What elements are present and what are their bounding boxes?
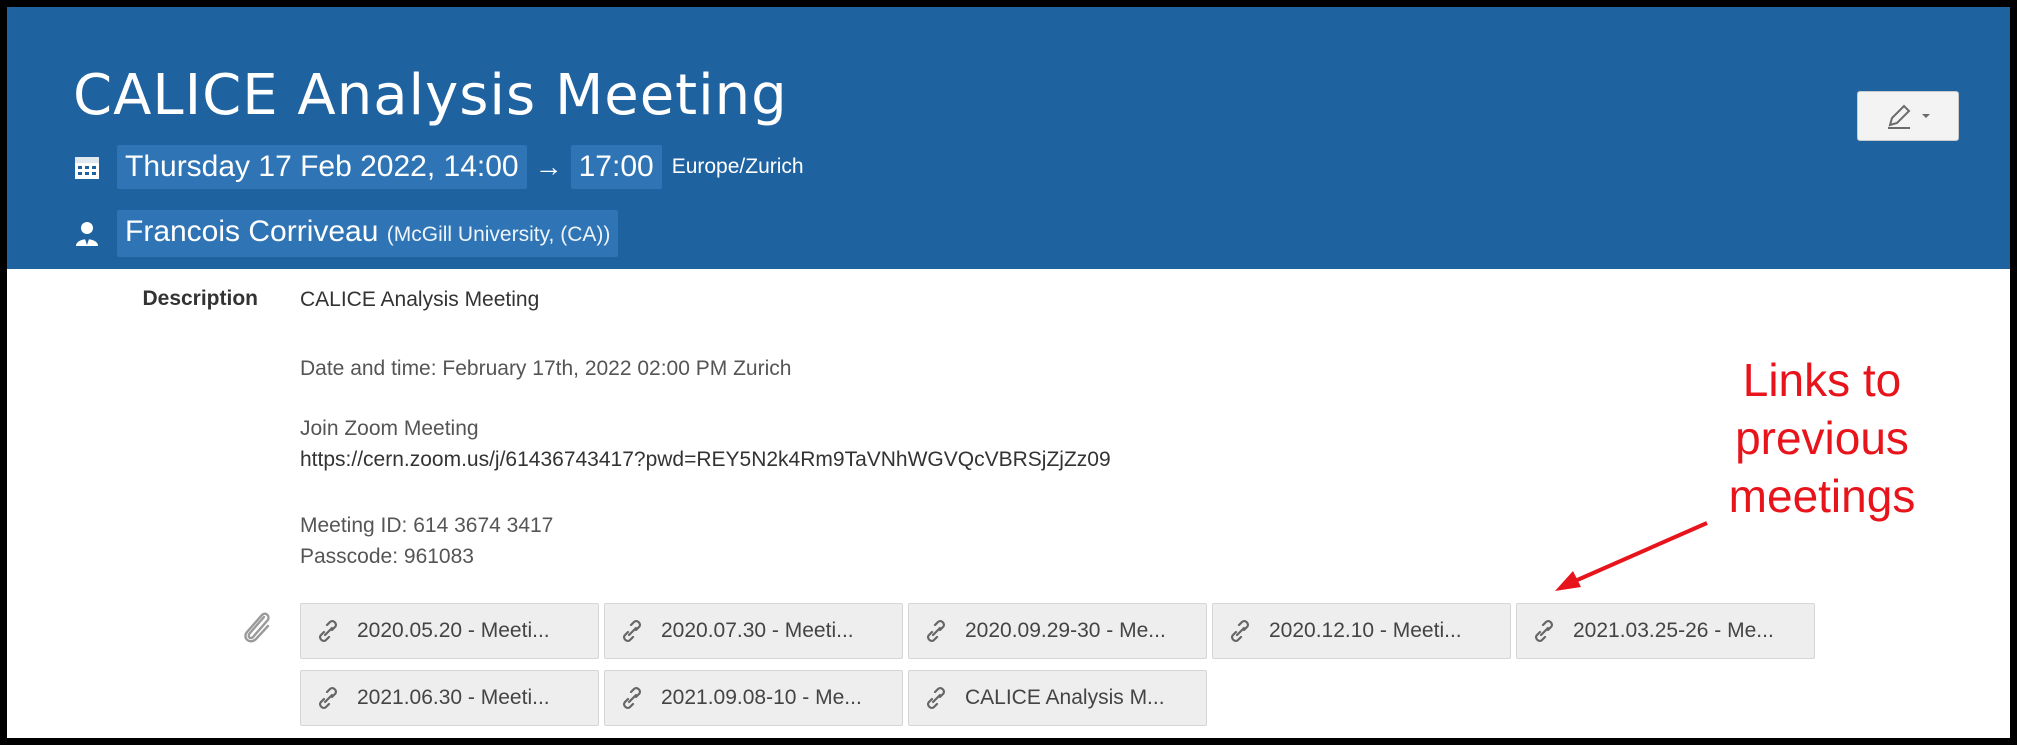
event-header: CALICE Analysis Meeting Thursday 17 Feb … [7,7,2010,269]
calendar-icon [71,151,103,183]
attachment-link[interactable]: 2021.09.08-10 - Me... [604,670,903,726]
chairperson[interactable]: Francois Corriveau (McGill University, (… [117,210,619,257]
paperclip-icon [244,612,270,643]
attachment-label: 2020.12.10 - Meeti... [1269,619,1462,642]
chevron-down-icon [1922,114,1930,118]
event-date-row: Thursday 17 Feb 2022, 14:00 → 17:00 Euro… [71,145,804,189]
edit-menu-button[interactable] [1857,91,1959,141]
attachment-link[interactable]: CALICE Analysis M... [908,670,1207,726]
link-icon [1535,620,1553,642]
link-icon [319,687,337,709]
event-title: CALICE Analysis Meeting [73,63,788,128]
link-icon [1231,620,1249,642]
chair-affiliation: (McGill University, (CA)) [386,223,611,246]
event-start-time: Thursday 17 Feb 2022, 14:00 [117,145,527,189]
attachment-link[interactable]: 2021.03.25-26 - Me... [1516,603,1815,659]
pencil-icon [1888,104,1911,129]
annotation-text: Links to previous meetings [1677,351,1967,525]
event-page: CALICE Analysis Meeting Thursday 17 Feb … [0,0,2017,745]
attachment-label: 2020.07.30 - Meeti... [661,619,854,642]
description-line: Date and time: February 17th, 2022 02:00… [300,357,792,380]
description-line: Passcode: 961083 [300,545,474,568]
attachment-label: CALICE Analysis M... [965,686,1165,709]
attachment-label: 2020.09.29-30 - Me... [965,619,1166,642]
link-icon [927,620,945,642]
zoom-link[interactable]: https://cern.zoom.us/j/61436743417?pwd=R… [300,444,1111,475]
description-line: Join Zoom Meeting [300,417,479,440]
link-icon [623,620,641,642]
attachment-link[interactable]: 2020.12.10 - Meeti... [1212,603,1511,659]
annotation-line: previous [1735,412,1909,464]
description-line: CALICE Analysis Meeting [300,288,540,311]
event-timezone: Europe/Zurich [671,155,804,178]
user-icon [71,218,103,250]
time-range-arrow: → [534,151,563,182]
attachment-label: 2021.03.25-26 - Me... [1573,619,1774,642]
link-icon [319,620,337,642]
event-end-time: 17:00 [570,145,662,189]
description-line: Meeting ID: 614 3674 3417 [300,514,554,537]
link-icon [623,687,641,709]
attachment-label: 2020.05.20 - Meeti... [357,619,550,642]
attachment-label: 2021.06.30 - Meeti... [357,686,550,709]
annotation-line: meetings [1728,470,1916,522]
event-chair-row: Francois Corriveau (McGill University, (… [71,210,619,257]
description-label: Description [142,287,258,310]
attachment-link[interactable]: 2020.09.29-30 - Me... [908,603,1207,659]
chair-name: Francois Corriveau [125,215,379,248]
link-icon [927,687,945,709]
annotation-line: Links to [1742,354,1902,406]
attachment-label: 2021.09.08-10 - Me... [661,686,862,709]
attachment-link[interactable]: 2020.05.20 - Meeti... [300,603,599,659]
attachment-link[interactable]: 2020.07.30 - Meeti... [604,603,903,659]
attachment-link[interactable]: 2021.06.30 - Meeti... [300,670,599,726]
